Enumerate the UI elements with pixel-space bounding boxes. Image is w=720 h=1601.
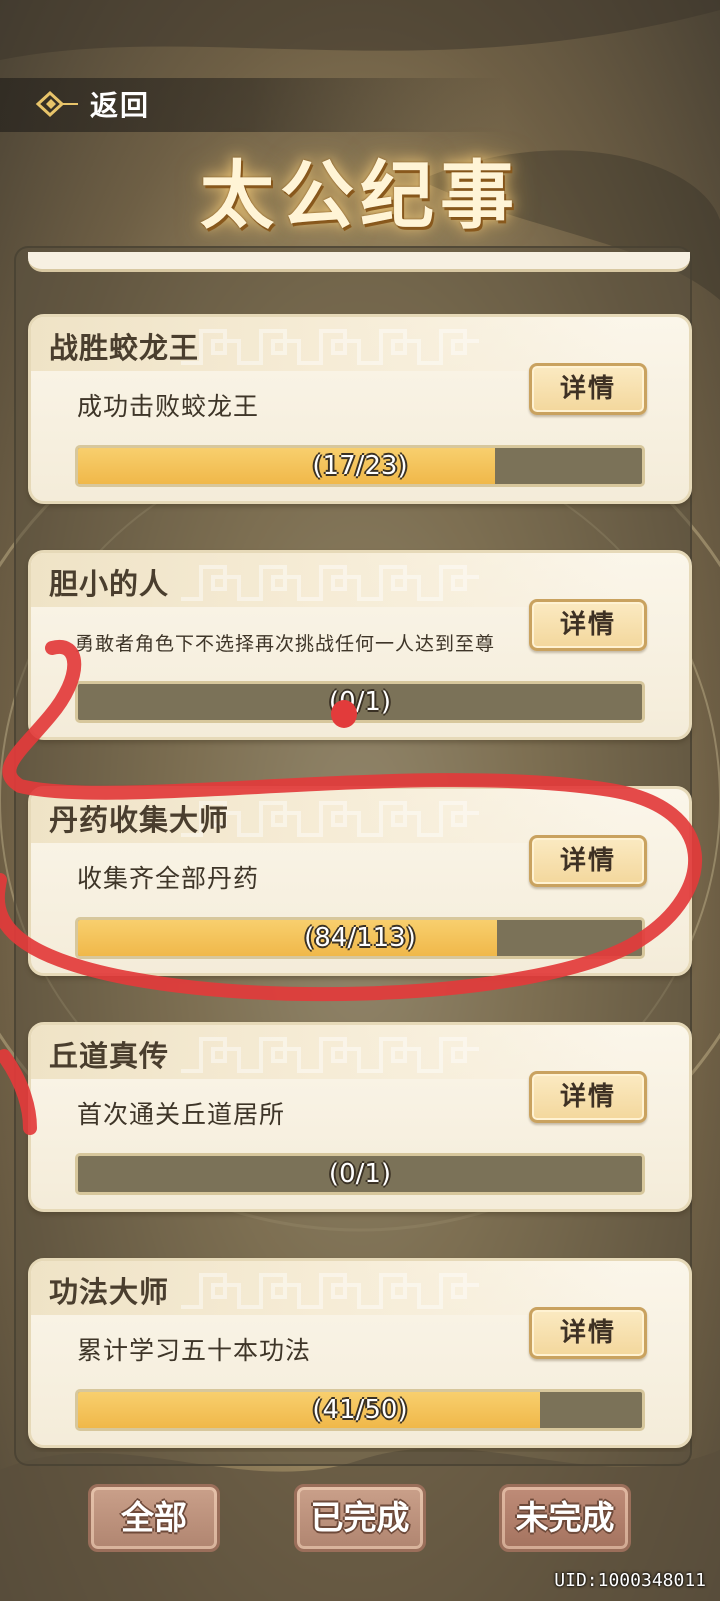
achievement-title: 丹药收集大师 xyxy=(49,803,230,837)
achievement-description: 累计学习五十本功法 xyxy=(77,1336,312,1365)
page-title: 太公纪事 xyxy=(200,153,520,239)
details-button[interactable]: 详情 xyxy=(529,835,647,887)
back-label: 返回 xyxy=(90,89,151,122)
achievement-title: 功法大师 xyxy=(49,1275,170,1309)
achievement-title: 胆小的人 xyxy=(49,567,170,601)
progress-bar: (41/50) xyxy=(75,1389,645,1431)
details-button[interactable]: 详情 xyxy=(529,1307,647,1359)
back-button[interactable]: 返回 xyxy=(34,82,150,126)
tab-incomplete[interactable]: 未完成 xyxy=(499,1484,631,1552)
fret-pattern-decoration xyxy=(181,1037,479,1073)
filter-tabs: 全部 已完成 未完成 xyxy=(0,1484,720,1556)
progress-bar: (0/1) xyxy=(75,1153,645,1195)
achievement-title: 丘道真传 xyxy=(49,1039,170,1073)
progress-text: (0/1) xyxy=(328,1159,392,1189)
progress-bar: (17/23) xyxy=(75,445,645,487)
progress-bar: (0/1) xyxy=(75,681,645,723)
fret-pattern-decoration xyxy=(181,1273,479,1309)
progress-text: (0/1) xyxy=(328,687,392,717)
achievement-title: 战胜蛟龙王 xyxy=(49,331,200,365)
back-diamond-icon xyxy=(35,90,78,118)
previous-card-edge xyxy=(28,252,690,272)
fret-pattern-decoration xyxy=(181,329,479,365)
user-id: UID:1000348011 xyxy=(554,1570,706,1591)
progress-text: (17/23) xyxy=(312,451,408,481)
details-button[interactable]: 详情 xyxy=(529,363,647,415)
progress-bar: (84/113) xyxy=(75,917,645,959)
achievement-card: 功法大师 累计学习五十本功法 详情 (41/50) xyxy=(28,1258,692,1448)
tab-completed[interactable]: 已完成 xyxy=(294,1484,426,1552)
progress-text: (84/113) xyxy=(304,923,416,953)
achievement-card: 胆小的人 勇敢者角色下不选择再次挑战任何一人达到至尊 详情 (0/1) xyxy=(28,550,692,740)
progress-text: (41/50) xyxy=(312,1395,408,1425)
details-button[interactable]: 详情 xyxy=(529,1071,647,1123)
achievement-card: 丘道真传 首次通关丘道居所 详情 (0/1) xyxy=(28,1022,692,1212)
achievement-card: 丹药收集大师 收集齐全部丹药 详情 (84/113) xyxy=(28,786,692,976)
achievement-description: 首次通关丘道居所 xyxy=(77,1100,286,1129)
achievement-description: 勇敢者角色下不选择再次挑战任何一人达到至尊 xyxy=(75,633,496,655)
fret-pattern-decoration xyxy=(181,565,479,601)
achievement-list[interactable]: 战胜蛟龙王 成功击败蛟龙王 详情 (17/23) 胆小的人 勇敢者角色下不选择再… xyxy=(22,314,702,1452)
achievement-description: 成功击败蛟龙王 xyxy=(77,392,260,421)
details-button[interactable]: 详情 xyxy=(529,599,647,651)
achievement-card: 战胜蛟龙王 成功击败蛟龙王 详情 (17/23) xyxy=(28,314,692,504)
tab-all[interactable]: 全部 xyxy=(88,1484,220,1552)
achievement-description: 收集齐全部丹药 xyxy=(77,864,260,893)
